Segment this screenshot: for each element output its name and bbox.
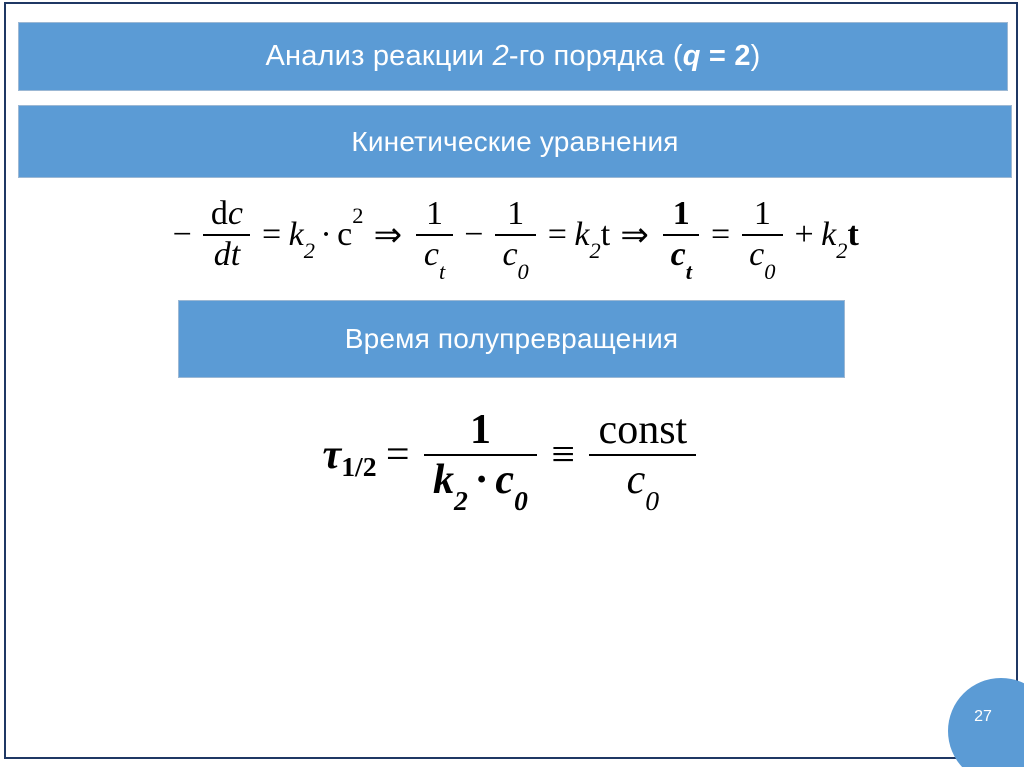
fraction-bar (589, 454, 697, 457)
title-part-plain: Анализ реакции (265, 40, 493, 72)
k2t-term-bold: k2t (821, 215, 859, 262)
fraction-one-over-ct-bold: 1 ct (663, 195, 700, 283)
page-number-text: 27 (974, 708, 992, 725)
subscript-zero: 0 (764, 259, 776, 284)
eq-minus-2: − (464, 215, 484, 253)
numeral-one: 1 (672, 195, 690, 232)
numeral-one: 1 (469, 407, 491, 453)
time-t-upright: t (600, 215, 611, 253)
subscript-zero: 0 (517, 259, 529, 284)
fraction-numerator: 1 (665, 195, 697, 233)
eq-plus-sign: + (794, 215, 814, 253)
multiplication-dot: · (320, 215, 332, 253)
title-equals: = (700, 40, 735, 72)
kinetic-equations-banner: Кинетические уравнения (18, 105, 1012, 178)
page-number-badge: 27 (948, 678, 1024, 767)
title-part-plain2: -го порядка ( (508, 40, 683, 72)
rate-constant-k: k (574, 215, 590, 253)
rate-constant-k2-term: k2 (288, 215, 315, 262)
fraction-one-over-c0: 1 c0 (494, 195, 537, 283)
fraction-numerator: 1 (746, 195, 778, 233)
fraction-one-over-c0-right: 1 c0 (741, 195, 783, 283)
fraction-one-over-k2c0: 1 k2 · c0 (423, 408, 538, 514)
fraction-numerator: 1 (500, 195, 532, 233)
fraction-numerator: dc (203, 195, 250, 233)
subscript-zero: 0 (514, 484, 528, 516)
fraction-numerator: const (589, 408, 696, 453)
halflife-equation: τ 1/2 = 1 k2 · c0 ≡ const c0 (0, 408, 1024, 514)
title-part-order-number: 2 (492, 40, 509, 72)
implies-arrow-2: ⇒ (620, 216, 649, 254)
concentration-c: c (227, 195, 243, 232)
fraction-dc-dt: dc dt (203, 195, 251, 274)
eq-minus-sign: − (172, 215, 192, 253)
const-label: const (598, 407, 688, 453)
fraction-numerator: 1 (419, 195, 451, 233)
concentration-c-upright: c (337, 215, 353, 253)
rate-constant-k: k (288, 215, 304, 253)
exponent-2: 2 (352, 202, 364, 228)
eq-equals-1: = (261, 215, 282, 253)
fraction-numerator: 1 (461, 408, 500, 453)
concentration-c: c (749, 236, 765, 274)
concentration-c: c (495, 457, 514, 504)
fraction-denominator: ct (663, 236, 699, 283)
time-t: t (230, 236, 241, 274)
subscript-t: t (438, 259, 446, 284)
title-banner: Анализ реакции 2-го порядка (q = 2) (18, 22, 1008, 91)
c-squared-term: c2 (337, 204, 363, 254)
numeral-one: 1 (753, 195, 771, 232)
title-variable-q: q (682, 40, 701, 72)
multiplication-dot: · (474, 457, 489, 504)
title-close-paren: ) (750, 40, 761, 72)
differential-d: d (210, 195, 228, 232)
fraction-denominator: c0 (617, 457, 668, 514)
fraction-denominator: c0 (742, 236, 783, 283)
fraction-bar (423, 454, 538, 457)
k2t-term: k2t (574, 215, 611, 262)
identity-equivalence-sign: ≡ (551, 432, 576, 479)
subscript-t: t (685, 259, 692, 284)
fraction-denominator: ct (416, 236, 452, 283)
rate-constant-k: k (821, 215, 837, 253)
tau-half-term: τ 1/2 (322, 432, 377, 482)
title-text: Анализ реакции 2-го порядка (q = 2) (265, 40, 760, 73)
slide-canvas: Анализ реакции 2-го порядка (q = 2) Кине… (0, 0, 1024, 767)
eq-equals-3: = (710, 215, 731, 253)
rate-constant-k: k (433, 457, 455, 504)
fraction-const-over-c0: const c0 (589, 408, 697, 514)
rate-constant-subscript: 2 (303, 238, 315, 264)
concentration-c: c (502, 236, 518, 274)
fraction-denominator: c0 (495, 236, 536, 283)
title-q-value: 2 (734, 40, 751, 72)
subscript-zero: 0 (645, 484, 660, 516)
fraction-one-over-ct: 1 ct (416, 195, 453, 283)
concentration-c: c (670, 236, 686, 274)
numeral-one: 1 (507, 195, 525, 232)
fraction-denominator: dt (206, 237, 247, 274)
kinetic-equations-banner-label: Кинетические уравнения (351, 125, 679, 157)
rate-constant-subscript: 2 (836, 238, 848, 264)
fraction-denominator: k2 · c0 (424, 457, 537, 514)
numeral-one: 1 (426, 195, 444, 232)
tau-symbol: τ (322, 432, 342, 479)
differential-d-den: d (213, 236, 231, 274)
implies-arrow-1: ⇒ (373, 216, 403, 254)
time-t-bold: t (847, 215, 859, 253)
concentration-c: c (626, 457, 646, 504)
halflife-banner-label: Время полупревращения (344, 323, 679, 354)
halflife-banner: Время полупревращения (178, 300, 845, 378)
eq-equals-2: = (547, 215, 567, 253)
rate-constant-subscript: 2 (454, 484, 468, 516)
rate-constant-subscript: 2 (589, 238, 601, 264)
kinetic-equation: − dc dt = k2 · c2 ⇒ 1 ct − 1 c0 = k2t ⇒ … (0, 195, 1024, 283)
halflife-equals: = (385, 432, 410, 479)
concentration-c: c (423, 236, 439, 274)
